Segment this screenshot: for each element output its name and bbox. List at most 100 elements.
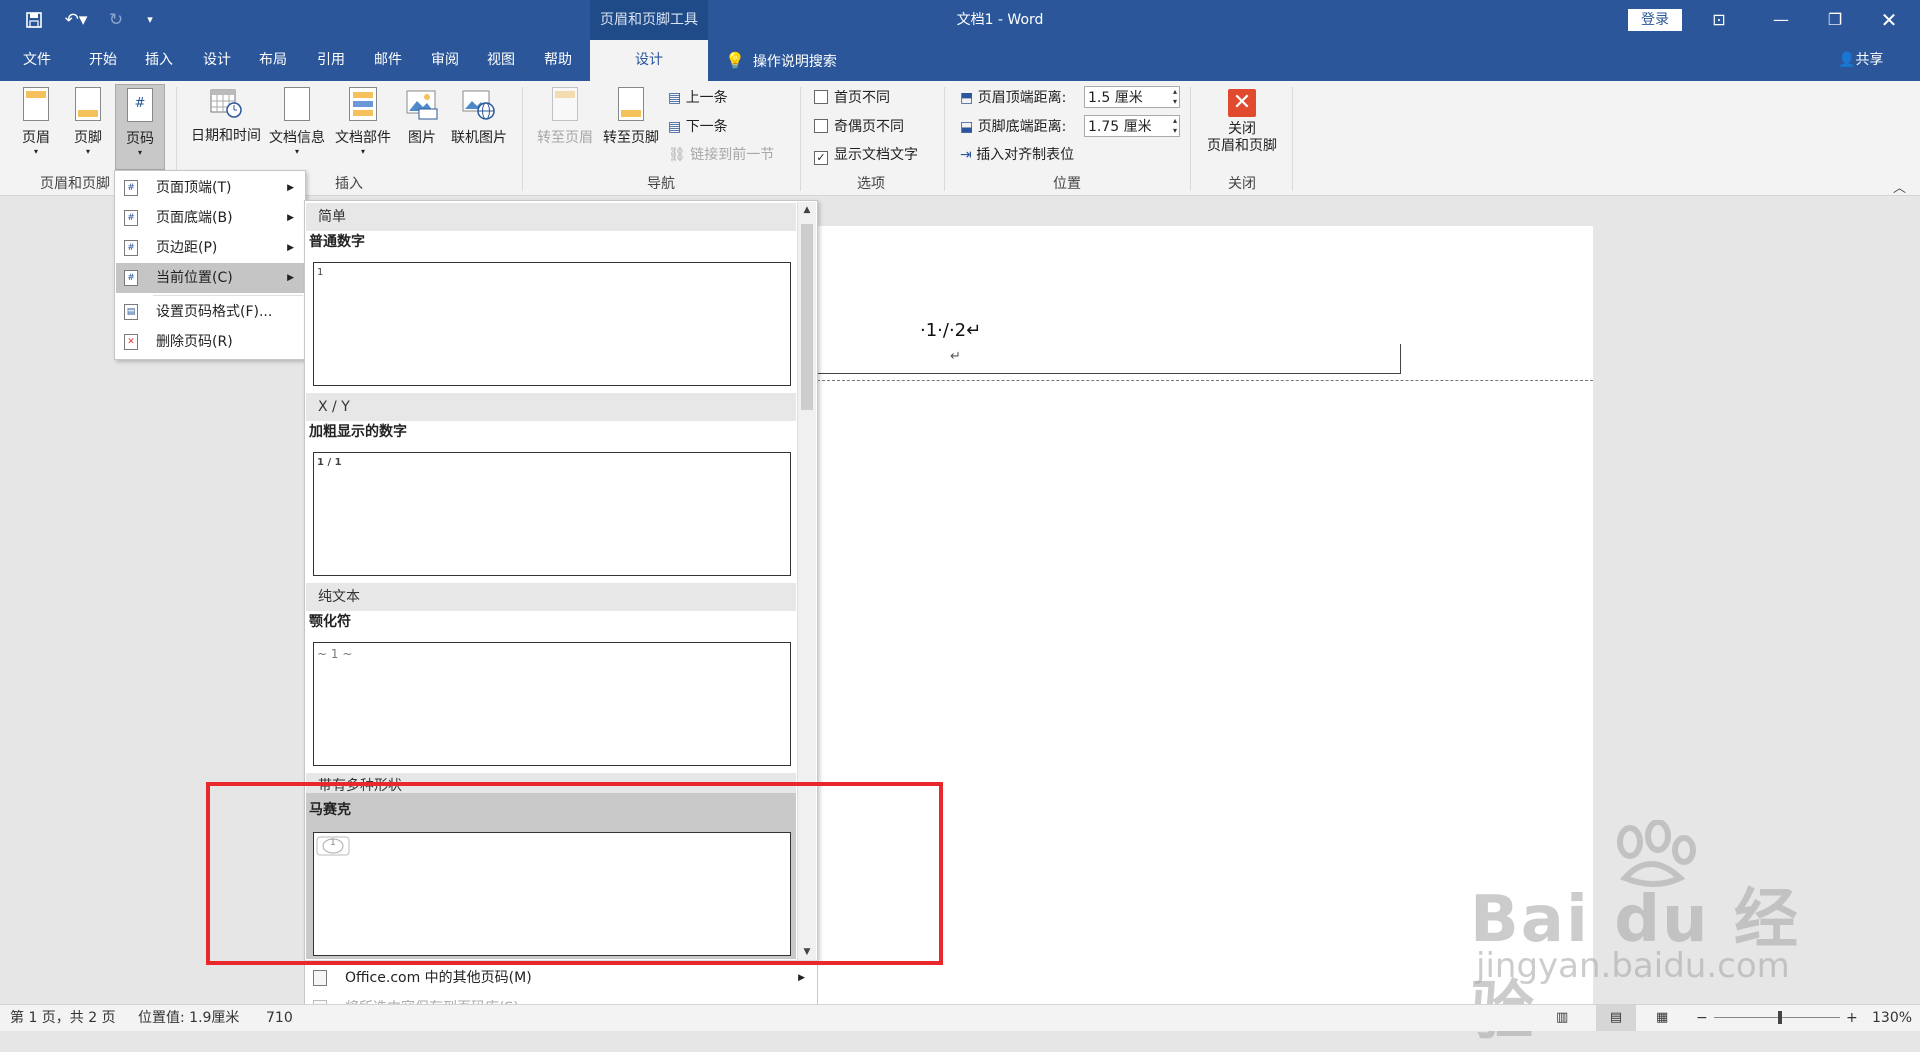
previous-button[interactable]: ▤ 上一条 [668, 87, 728, 109]
zoom-in-icon[interactable]: + [1846, 1005, 1858, 1031]
document-info-icon [284, 87, 310, 121]
gallery-section-heading-text: 简单 [318, 209, 346, 225]
close-window-button[interactable]: ✕ [1866, 0, 1912, 40]
status-vertical-position[interactable]: 位置值: 1.9厘米 [138, 1005, 239, 1031]
footer-item-label: Office.com 中的其他页码(M) [345, 970, 532, 986]
tab-references[interactable]: 引用 [306, 40, 356, 81]
zoom-slider[interactable] [1714, 1017, 1840, 1018]
insert-align-tab-label: 插入对齐制表位 [976, 147, 1075, 163]
link-previous-label: 链接到前一节 [690, 147, 775, 163]
link-previous-button[interactable]: ⛓ 链接到前一节 [668, 144, 774, 166]
menu-item-current-position[interactable]: # 当前位置(C) ▶ [116, 263, 304, 293]
footer-label: 页脚 [74, 130, 102, 146]
datetime-button[interactable]: 日期和时间 [186, 87, 266, 147]
document-title: 文档1 - Word [956, 12, 1044, 28]
online-picture-icon [461, 87, 497, 121]
header-rule [817, 373, 1401, 374]
page-number-icon: # [127, 88, 153, 122]
tab-header-footer-design[interactable]: 设计 [590, 40, 708, 81]
diff-first-page-checkbox[interactable]: 首页不同 [814, 87, 890, 109]
more-page-numbers-office[interactable]: Office.com 中的其他页码(M) ▶ [305, 963, 817, 993]
undo-icon[interactable]: ↶▾ [58, 8, 94, 32]
ribbon-display-options-icon[interactable]: ⊡ [1696, 0, 1742, 40]
footer-from-bottom-input[interactable]: 1.75 厘米 ▴ ▾ [1084, 115, 1180, 137]
goto-header-button[interactable]: 转至页眉 [530, 87, 600, 167]
gallery-item-name: 颚化符 [309, 614, 351, 630]
redo-icon[interactable]: ↻ [104, 8, 128, 32]
baidu-jingyan-watermark: Bai du 经验 jingyan.baidu.com [1470, 820, 1810, 1049]
footer-from-bottom-value: 1.75 厘米 [1088, 119, 1152, 135]
online-picture-button[interactable]: 联机图片 [446, 87, 512, 167]
status-page-count[interactable]: 第 1 页，共 2 页 [10, 1005, 116, 1031]
menu-item-remove-page-numbers[interactable]: ✕ 删除页码(R) [116, 327, 304, 357]
submenu-arrow-icon: ▶ [287, 213, 294, 223]
tab-view[interactable]: 视图 [476, 40, 526, 81]
insert-align-tab-button[interactable]: ⇥ 插入对齐制表位 [960, 144, 1074, 166]
login-button[interactable]: 登录 [1628, 9, 1682, 31]
gallery-item-tilde[interactable]: ~ 1 ~ [313, 642, 791, 766]
menu-separator [153, 295, 303, 296]
tell-me-search[interactable]: 💡 操作说明搜索 [725, 40, 837, 81]
collapse-ribbon-icon[interactable]: ︿ [1893, 177, 1906, 196]
gallery-item-plain-number[interactable]: 1 [313, 262, 791, 386]
page-number-button[interactable]: # 页码 ▾ [115, 84, 165, 170]
gallery-item-name: 普通数字 [309, 234, 365, 250]
tab-design[interactable]: 设计 [192, 40, 242, 81]
gallery-item-bold-numbers[interactable]: 1 / 1 [313, 452, 791, 576]
menu-item-top-of-page[interactable]: # 页面顶端(T) ▶ [116, 173, 304, 203]
customize-qat-icon[interactable]: ▾ [138, 8, 162, 32]
header-from-top-label-row: ⬒ 页眉顶端距离: [960, 87, 1066, 109]
zoom-out-icon[interactable]: − [1696, 1005, 1708, 1031]
goto-footer-button[interactable]: 转至页脚 [598, 87, 664, 167]
title-bar: ↶▾ ↻ ▾ 页眉和页脚工具 文档1 - Word 登录 ⊡ — ❐ ✕ [0, 0, 1920, 40]
menu-item-format-page-numbers[interactable]: ▤ 设置页码格式(F)... [116, 297, 304, 327]
status-word-count[interactable]: 710 [266, 1005, 293, 1031]
footer-position-icon: ⬓ [960, 119, 974, 135]
tab-help[interactable]: 帮助 [533, 40, 583, 81]
menu-item-label: 页面顶端(T) [156, 180, 232, 196]
link-icon: ⛓ [668, 147, 686, 163]
checkbox-checked: ✓ [814, 151, 828, 165]
status-bar: 第 1 页，共 2 页 位置值: 1.9厘米 710 ▥ ▤ ▦ − + 130… [0, 1004, 1920, 1031]
print-layout-icon[interactable]: ▤ [1596, 1005, 1636, 1031]
tab-file[interactable]: 文件 [12, 40, 62, 81]
menu-item-page-margins[interactable]: # 页边距(P) ▶ [116, 233, 304, 263]
scroll-thumb[interactable] [801, 224, 813, 410]
tab-home[interactable]: 开始 [78, 40, 128, 81]
align-tab-icon: ⇥ [960, 147, 972, 163]
header-page-number-text[interactable]: ·1·/·2↵ [920, 320, 981, 341]
scroll-up-icon[interactable]: ▲ [798, 202, 816, 218]
tab-insert[interactable]: 插入 [134, 40, 184, 81]
format-page-numbers-icon: ▤ [124, 304, 138, 320]
restore-button[interactable]: ❐ [1812, 0, 1858, 40]
share-label: 共享 [1855, 52, 1884, 68]
docinfo-button[interactable]: 文档信息 ▾ [266, 87, 328, 167]
picture-button[interactable]: 图片 [398, 87, 446, 167]
spin-arrows-icon[interactable]: ▴ ▾ [1173, 116, 1177, 136]
share-button[interactable]: 👤共享 [1838, 40, 1883, 81]
page-bottom-icon: # [124, 210, 138, 226]
diff-odd-even-checkbox[interactable]: 奇偶页不同 [814, 116, 904, 138]
zoom-level[interactable]: 130% [1872, 1005, 1912, 1031]
header-from-top-input[interactable]: 1.5 厘米 ▴ ▾ [1084, 86, 1180, 108]
tab-layout[interactable]: 布局 [248, 40, 298, 81]
tab-mailings[interactable]: 邮件 [363, 40, 413, 81]
save-icon[interactable] [22, 8, 46, 32]
minimize-button[interactable]: — [1758, 0, 1804, 40]
quickparts-button[interactable]: 文档部件 ▾ [330, 87, 396, 167]
read-mode-icon[interactable]: ▥ [1556, 1005, 1568, 1031]
gallery-preview-text: 1 [317, 267, 324, 278]
next-icon: ▤ [668, 119, 682, 135]
tab-review[interactable]: 审阅 [420, 40, 470, 81]
footer-button[interactable]: 页脚 ▾ [64, 87, 112, 167]
remove-page-numbers-icon: ✕ [124, 334, 138, 350]
menu-item-bottom-of-page[interactable]: # 页面底端(B) ▶ [116, 203, 304, 233]
next-button[interactable]: ▤ 下一条 [668, 116, 728, 138]
show-doc-text-checkbox[interactable]: ✓ 显示文档文字 [814, 144, 918, 166]
spin-arrows-icon[interactable]: ▴ ▾ [1173, 87, 1177, 107]
zoom-slider-thumb[interactable] [1778, 1011, 1782, 1024]
group-options-label: 选项 [857, 176, 885, 192]
header-button[interactable]: 页眉 ▾ [12, 87, 60, 167]
web-layout-icon[interactable]: ▦ [1656, 1005, 1668, 1031]
close-header-footer-button[interactable]: ✕ 关闭 页眉和页脚 [1198, 89, 1286, 169]
